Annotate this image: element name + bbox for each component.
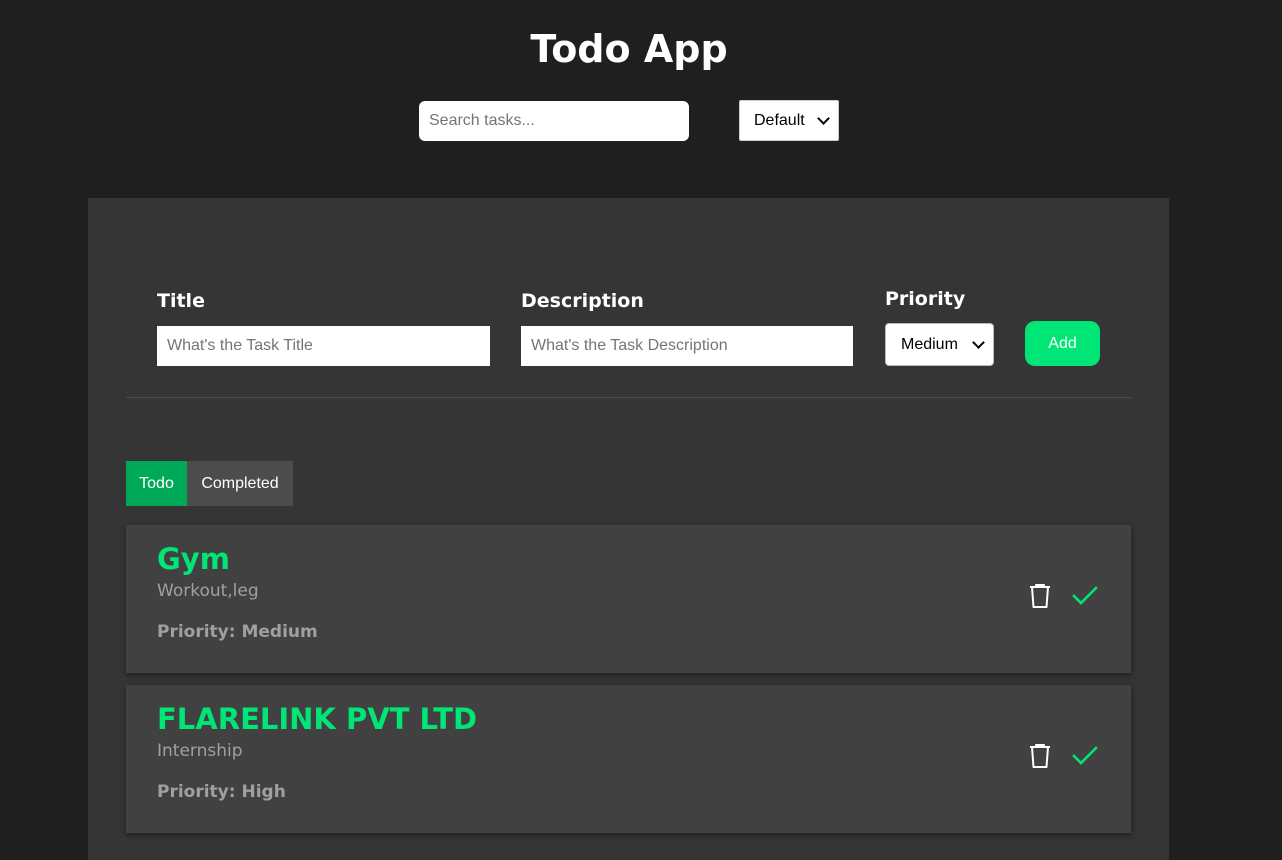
trash-icon[interactable] [1025,740,1055,772]
todo-priority: Priority: Medium [157,622,318,642]
search-input[interactable] [419,101,689,141]
todo-title: Gym [157,542,230,576]
todo-description: Internship [157,741,243,761]
todo-description: Workout,leg [157,581,259,601]
chevron-down-icon [972,335,985,349]
description-label: Description [521,290,644,312]
todo-priority: Priority: High [157,782,286,802]
sort-select[interactable]: Default [739,100,839,141]
priority-select-value: Medium [901,335,958,353]
trash-icon[interactable] [1025,580,1055,612]
chevron-down-icon [817,111,830,125]
page-title: Todo App [530,27,728,71]
add-button[interactable]: Add [1025,321,1100,366]
check-icon[interactable] [1070,580,1100,612]
title-input[interactable] [157,326,490,366]
priority-label: Priority [885,288,966,310]
sort-select-value: Default [754,111,805,129]
description-input[interactable] [521,326,853,366]
todo-item: FLARELINK PVT LTD Internship Priority: H… [126,685,1131,833]
todo-panel: Title Description Priority Medium Add To… [88,198,1169,860]
todo-title: FLARELINK PVT LTD [157,702,478,736]
todo-item: Gym Workout,leg Priority: Medium [126,525,1131,673]
check-icon[interactable] [1070,740,1100,772]
title-label: Title [157,290,205,312]
priority-select[interactable]: Medium [885,323,994,366]
divider [126,397,1131,398]
tab-completed[interactable]: Completed [187,461,293,506]
tab-todo[interactable]: Todo [126,461,187,506]
